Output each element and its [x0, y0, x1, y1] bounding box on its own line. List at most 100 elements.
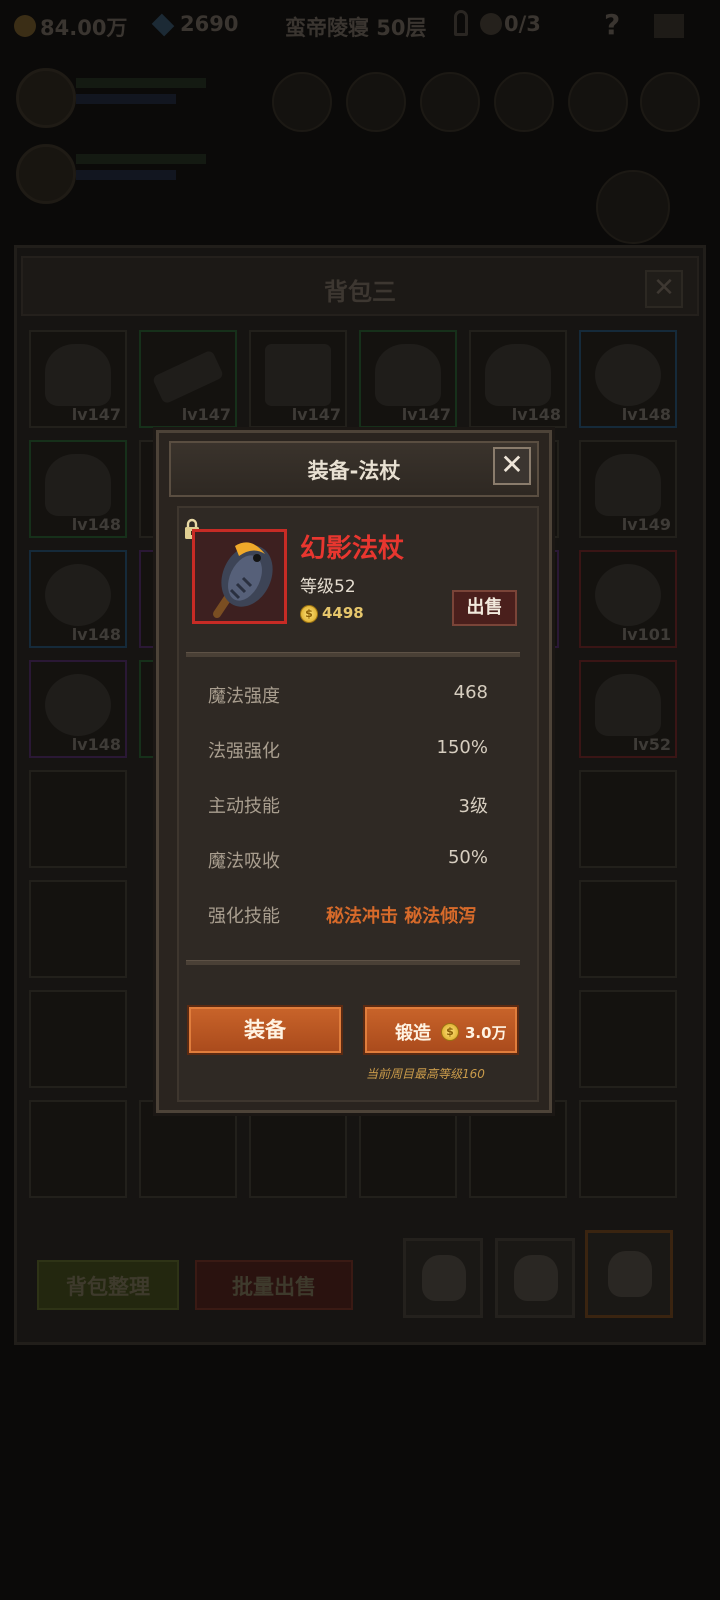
bag-slot[interactable] — [29, 1100, 127, 1198]
bag-slot[interactable]: lv148 — [579, 330, 677, 428]
armor-icon — [45, 454, 111, 516]
armor-icon — [375, 344, 441, 406]
bag-slot[interactable] — [249, 1100, 347, 1198]
item-level: lv148 — [71, 515, 121, 534]
item-level: 等级52 — [300, 577, 356, 597]
item-level: lv148 — [71, 625, 121, 644]
gold-coin-icon: $ — [441, 1023, 459, 1041]
hero-health-bar — [76, 154, 206, 164]
hero-avatar[interactable] — [16, 144, 76, 204]
modal-header: 装备-法杖 — [169, 441, 539, 497]
item-level: lv149 — [621, 515, 671, 534]
equip-button[interactable]: 装备 — [187, 1005, 343, 1055]
bag-slot[interactable]: lv52 — [579, 660, 677, 758]
bag-slot[interactable]: lv147 — [249, 330, 347, 428]
bag-close-button[interactable]: ✕ — [645, 270, 683, 308]
bag-slot[interactable] — [469, 1100, 567, 1198]
skill-value: 秘法冲击 秘法倾泻 — [326, 906, 477, 927]
equip-slot[interactable] — [640, 72, 700, 132]
dungeon-location[interactable]: 蛮帝陵寝 50层 — [285, 12, 427, 42]
helmet-icon — [485, 344, 551, 406]
bag-title: 背包三 — [324, 278, 396, 306]
backpack-icon — [608, 1251, 652, 1297]
stat-label: 魔法吸收 — [208, 851, 280, 872]
bag-slot[interactable] — [579, 990, 677, 1088]
forge-cost: 3.0万 — [465, 1024, 507, 1042]
hero-health-bar — [76, 78, 206, 88]
equip-slot[interactable] — [346, 72, 406, 132]
stat-value: 468 — [453, 682, 488, 703]
item-portrait — [192, 529, 287, 624]
bag-slot[interactable]: lv148 — [469, 330, 567, 428]
bag-slot[interactable]: lv147 — [139, 330, 237, 428]
bag-slot[interactable]: lv148 — [29, 440, 127, 538]
bag-slot[interactable]: lv148 — [29, 660, 127, 758]
gem-icon — [151, 13, 175, 37]
bag-slot[interactable] — [139, 1100, 237, 1198]
stat-label: 主动技能 — [208, 796, 280, 817]
stat-label: 魔法强度 — [208, 686, 280, 707]
hero-mana-bar — [76, 170, 176, 180]
top-resource-bar: 84.00万 2690 蛮帝陵寝 50层 0/3 ? — [0, 0, 720, 52]
gold-amount: 84.00万 — [40, 16, 128, 40]
modal-title: 装备-法杖 — [307, 459, 401, 483]
modal-close-button[interactable]: ✕ — [493, 447, 531, 485]
stat-label: 法强强化 — [208, 741, 280, 762]
bag-header: 背包三 ✕ — [21, 256, 699, 316]
bag-slot[interactable]: lv149 — [579, 440, 677, 538]
divider — [186, 960, 520, 965]
keys-count: 0/3 — [504, 12, 541, 36]
equip-slot[interactable] — [568, 72, 628, 132]
globe-icon — [595, 564, 661, 626]
item-level: lv147 — [401, 405, 451, 424]
item-name: 幻影法杖 — [300, 534, 405, 564]
item-level: lv147 — [71, 405, 121, 424]
menu-icon[interactable] — [654, 14, 684, 38]
gold-coin-icon: $ — [300, 605, 318, 623]
item-level: lv148 — [71, 735, 121, 754]
forge-button[interactable]: 锻造 $ 3.0万 — [363, 1005, 519, 1055]
bag-slot[interactable]: lv147 — [29, 330, 127, 428]
bag-tab-3[interactable] — [585, 1230, 673, 1318]
gold-coin-icon — [14, 15, 36, 37]
orb-icon — [45, 564, 111, 626]
bulk-sell-button[interactable]: 批量出售 — [195, 1260, 353, 1310]
bag-tab-1[interactable] — [403, 1238, 483, 1318]
item-price: 4498 — [322, 604, 364, 622]
hero-avatar[interactable] — [16, 68, 76, 128]
item-level: lv147 — [181, 405, 231, 424]
bag-slot[interactable] — [579, 1100, 677, 1198]
gun-icon — [151, 349, 225, 405]
bag-slot[interactable]: lv148 — [29, 550, 127, 648]
character-portrait[interactable] — [596, 170, 670, 244]
bag-slot[interactable] — [579, 880, 677, 978]
equip-slot[interactable] — [420, 72, 480, 132]
bag-slot[interactable] — [29, 770, 127, 868]
bag-slot[interactable]: lv147 — [359, 330, 457, 428]
staff-icon — [195, 532, 284, 621]
equip-slot[interactable] — [494, 72, 554, 132]
bag-slot[interactable] — [579, 770, 677, 868]
hero-mana-bar — [76, 94, 176, 104]
max-level-note: 当前周目最高等级160 — [366, 1067, 485, 1081]
sort-bag-button[interactable]: 背包整理 — [37, 1260, 179, 1310]
bag-tab-2[interactable] — [495, 1238, 575, 1318]
sell-button[interactable]: 出售 — [452, 590, 517, 626]
item-level: lv101 — [621, 625, 671, 644]
bag-slot[interactable] — [29, 880, 127, 978]
backpack-icon — [422, 1255, 466, 1301]
key-icon — [454, 10, 468, 36]
bag-slot[interactable] — [359, 1100, 457, 1198]
stat-value: 50% — [447, 847, 488, 868]
hero-panel — [0, 60, 720, 244]
ring-icon — [45, 674, 111, 736]
stat-value: 150% — [436, 737, 488, 758]
ring-icon — [595, 344, 661, 406]
helmet-icon — [595, 454, 661, 516]
item-level: lv148 — [511, 405, 561, 424]
bag-slot[interactable]: lv101 — [579, 550, 677, 648]
bag-slot[interactable] — [29, 990, 127, 1088]
equip-slot[interactable] — [272, 72, 332, 132]
divider — [186, 652, 520, 657]
help-icon[interactable]: ? — [604, 8, 620, 41]
